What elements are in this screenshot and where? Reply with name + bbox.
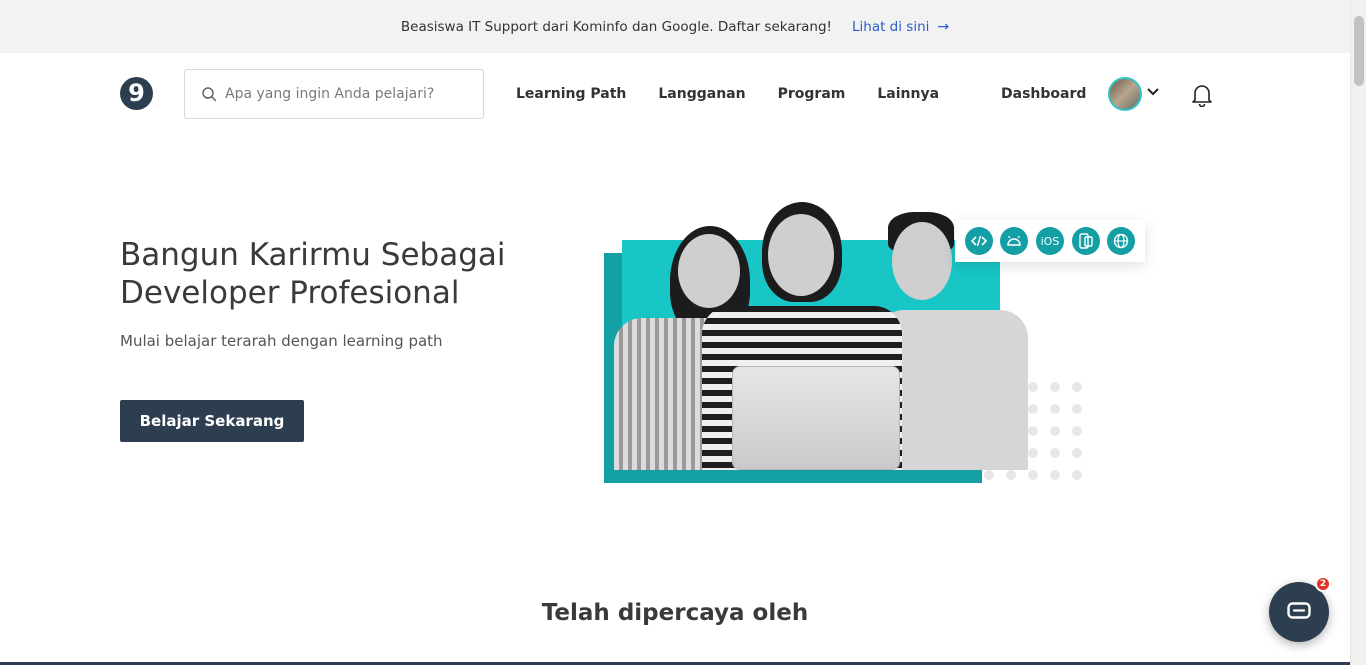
- platform-icon-strip: iOS: [955, 220, 1145, 262]
- chevron-down-icon[interactable]: [1146, 87, 1160, 97]
- hero-illustration: iOS: [600, 200, 1160, 510]
- search-input[interactable]: [225, 86, 465, 102]
- logo-glyph: 9: [128, 78, 145, 107]
- globe-icon: [1107, 227, 1136, 255]
- nav-item-langganan[interactable]: Langganan: [658, 86, 745, 102]
- search-box[interactable]: [184, 69, 484, 119]
- multiplatform-icon: [1071, 227, 1100, 255]
- web-code-icon: [964, 227, 993, 255]
- site-header: 9 Learning Path Langganan Program Lainny…: [0, 53, 1350, 135]
- main-nav: Learning Path Langganan Program Lainnya: [516, 86, 939, 102]
- announcement-link-label: Lihat di sini: [851, 18, 930, 35]
- page-scrollbar[interactable]: [1350, 0, 1366, 665]
- trusted-heading: Telah dipercaya oleh: [541, 600, 809, 626]
- avatar[interactable]: [1108, 77, 1142, 111]
- bell-icon[interactable]: [1191, 83, 1213, 107]
- search-icon: [202, 87, 217, 102]
- logo[interactable]: 9: [120, 77, 153, 110]
- arrow-right-icon: →: [937, 18, 950, 35]
- nav-item-program[interactable]: Program: [778, 86, 846, 102]
- nav-item-lainnya[interactable]: Lainnya: [877, 86, 939, 102]
- laptop-image: [732, 366, 900, 470]
- dashboard-link[interactable]: Dashboard: [1001, 86, 1086, 102]
- hero-subtitle: Mulai belajar terarah dengan learning pa…: [120, 332, 443, 350]
- chat-notification-badge: 2: [1315, 576, 1331, 592]
- announcement-link[interactable]: Lihat di sini →: [852, 19, 949, 35]
- nav-item-learning-path[interactable]: Learning Path: [516, 86, 626, 102]
- android-icon: [1000, 227, 1029, 255]
- ios-icon: iOS: [1035, 227, 1064, 255]
- announcement-message: Beasiswa IT Support dari Kominfo dan Goo…: [400, 18, 832, 35]
- chat-icon: [1287, 602, 1311, 619]
- hero-title: Bangun Karirmu Sebagai Developer Profesi…: [120, 237, 506, 311]
- start-learning-button[interactable]: Belajar Sekarang: [120, 400, 304, 442]
- scrollbar-thumb[interactable]: [1354, 16, 1364, 86]
- announcement-bar: Beasiswa IT Support dari Kominfo dan Goo…: [0, 0, 1350, 53]
